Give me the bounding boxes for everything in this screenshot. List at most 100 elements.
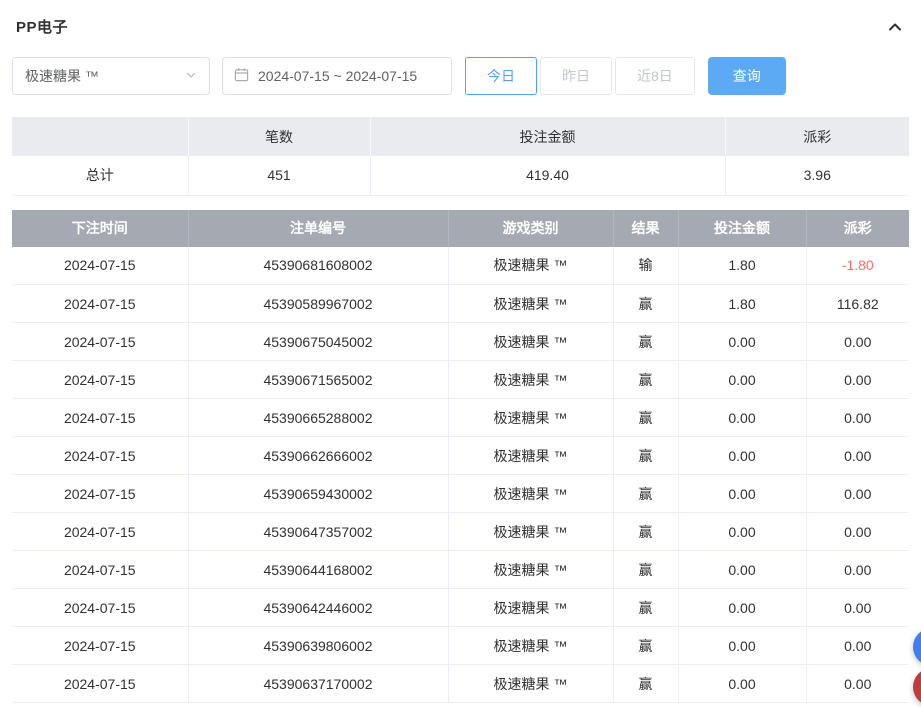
summary-header-empty xyxy=(12,117,188,156)
cell-bet-amount: 0.00 xyxy=(678,399,806,437)
cell-game-type: 极速糖果 ™ xyxy=(448,437,613,475)
records-header-game-type: 游戏类别 xyxy=(448,210,613,247)
quick-btn-last8days[interactable]: 近8日 xyxy=(615,57,695,95)
table-row: 2024-07-15 45390642446002 极速糖果 ™ 赢 0.00 … xyxy=(12,589,909,627)
quick-btn-today[interactable]: 今日 xyxy=(465,57,537,95)
cell-bet-id: 45390671565002 xyxy=(188,361,448,399)
cell-game-type: 极速糖果 ™ xyxy=(448,627,613,665)
summary-total-label: 总计 xyxy=(12,156,188,195)
quick-btn-yesterday[interactable]: 昨日 xyxy=(540,57,612,95)
pp-electronic-panel: PP电子 极速糖果 ™ 2024-07-15 ~ 2024-07-15 今日 昨… xyxy=(0,0,921,703)
cell-bet-time: 2024-07-15 xyxy=(12,551,188,589)
cell-bet-id: 45390681608002 xyxy=(188,247,448,285)
page-title: PP电子 xyxy=(16,16,68,37)
cell-bet-time: 2024-07-15 xyxy=(12,437,188,475)
table-row: 2024-07-15 45390639806002 极速糖果 ™ 赢 0.00 … xyxy=(12,627,909,665)
cell-bet-id: 45390639806002 xyxy=(188,627,448,665)
cell-game-type: 极速糖果 ™ xyxy=(448,475,613,513)
summary-header-row: 笔数 投注金额 派彩 xyxy=(12,117,909,156)
cell-bet-id: 45390662666002 xyxy=(188,437,448,475)
cell-bet-amount: 0.00 xyxy=(678,361,806,399)
cell-bet-time: 2024-07-15 xyxy=(12,247,188,285)
cell-bet-time: 2024-07-15 xyxy=(12,589,188,627)
date-range-input[interactable]: 2024-07-15 ~ 2024-07-15 xyxy=(222,57,452,95)
cell-payout: 0.00 xyxy=(806,513,909,551)
cell-result: 赢 xyxy=(613,475,678,513)
cell-game-type: 极速糖果 ™ xyxy=(448,665,613,703)
cell-bet-time: 2024-07-15 xyxy=(12,361,188,399)
cell-bet-amount: 0.00 xyxy=(678,513,806,551)
summary-total-bet-amount: 419.40 xyxy=(370,156,725,195)
cell-bet-id: 45390675045002 xyxy=(188,323,448,361)
summary-header-count: 笔数 xyxy=(188,117,370,156)
summary-total-row: 总计 451 419.40 3.96 xyxy=(12,156,909,195)
cell-payout: 0.00 xyxy=(806,627,909,665)
cell-bet-id: 45390637170002 xyxy=(188,665,448,703)
table-row: 2024-07-15 45390659430002 极速糖果 ™ 赢 0.00 … xyxy=(12,475,909,513)
table-row: 2024-07-15 45390681608002 极速糖果 ™ 输 1.80 … xyxy=(12,247,909,285)
table-row: 2024-07-15 45390647357002 极速糖果 ™ 赢 0.00 … xyxy=(12,513,909,551)
summary-total-payout: 3.96 xyxy=(725,156,909,195)
cell-game-type: 极速糖果 ™ xyxy=(448,589,613,627)
cell-bet-time: 2024-07-15 xyxy=(12,285,188,323)
cell-payout: 116.82 xyxy=(806,285,909,323)
cell-payout: 0.00 xyxy=(806,475,909,513)
date-range-value: 2024-07-15 ~ 2024-07-15 xyxy=(258,68,417,84)
records-header-result: 结果 xyxy=(613,210,678,247)
cell-result: 赢 xyxy=(613,589,678,627)
search-button[interactable]: 查询 xyxy=(708,57,786,95)
table-row: 2024-07-15 45390671565002 极速糖果 ™ 赢 0.00 … xyxy=(12,361,909,399)
summary-header-payout: 派彩 xyxy=(725,117,909,156)
cell-bet-id: 45390659430002 xyxy=(188,475,448,513)
cell-game-type: 极速糖果 ™ xyxy=(448,361,613,399)
cell-result: 赢 xyxy=(613,551,678,589)
summary-total-count: 451 xyxy=(188,156,370,195)
cell-payout: 0.00 xyxy=(806,437,909,475)
cell-bet-time: 2024-07-15 xyxy=(12,665,188,703)
cell-game-type: 极速糖果 ™ xyxy=(448,551,613,589)
cell-bet-time: 2024-07-15 xyxy=(12,475,188,513)
cell-bet-time: 2024-07-15 xyxy=(12,513,188,551)
cell-bet-id: 45390589967002 xyxy=(188,285,448,323)
cell-bet-id: 45390647357002 xyxy=(188,513,448,551)
cell-payout: 0.00 xyxy=(806,399,909,437)
cell-game-type: 极速糖果 ™ xyxy=(448,399,613,437)
cell-result: 赢 xyxy=(613,665,678,703)
summary-table: 笔数 投注金额 派彩 总计 451 419.40 3.96 xyxy=(12,117,909,196)
cell-bet-amount: 0.00 xyxy=(678,437,806,475)
cell-result: 赢 xyxy=(613,437,678,475)
cell-bet-id: 45390665288002 xyxy=(188,399,448,437)
cell-bet-amount: 0.00 xyxy=(678,589,806,627)
table-row: 2024-07-15 45390589967002 极速糖果 ™ 赢 1.80 … xyxy=(12,285,909,323)
records-header-row: 下注时间 注单编号 游戏类别 结果 投注金额 派彩 xyxy=(12,210,909,247)
cell-bet-id: 45390644168002 xyxy=(188,551,448,589)
cell-result: 赢 xyxy=(613,513,678,551)
cell-payout: 0.00 xyxy=(806,361,909,399)
cell-game-type: 极速糖果 ™ xyxy=(448,247,613,285)
records-header-bet-time: 下注时间 xyxy=(12,210,188,247)
summary-header-bet-amount: 投注金额 xyxy=(370,117,725,156)
filter-row: 极速糖果 ™ 2024-07-15 ~ 2024-07-15 今日 昨日 近8日… xyxy=(12,57,909,95)
cell-bet-time: 2024-07-15 xyxy=(12,627,188,665)
game-select[interactable]: 极速糖果 ™ xyxy=(12,57,210,95)
cell-result: 输 xyxy=(613,247,678,285)
cell-result: 赢 xyxy=(613,285,678,323)
panel-header: PP电子 xyxy=(12,0,909,43)
cell-payout: 0.00 xyxy=(806,323,909,361)
records-header-bet-id: 注单编号 xyxy=(188,210,448,247)
cell-result: 赢 xyxy=(613,323,678,361)
calendar-icon xyxy=(234,67,249,85)
cell-payout: -1.80 xyxy=(806,247,909,285)
table-row: 2024-07-15 45390662666002 极速糖果 ™ 赢 0.00 … xyxy=(12,437,909,475)
cell-bet-id: 45390642446002 xyxy=(188,589,448,627)
cell-game-type: 极速糖果 ™ xyxy=(448,323,613,361)
cell-game-type: 极速糖果 ™ xyxy=(448,513,613,551)
cell-bet-time: 2024-07-15 xyxy=(12,399,188,437)
collapse-chevron-up-icon[interactable] xyxy=(887,19,903,35)
chevron-down-icon xyxy=(185,68,197,84)
cell-bet-amount: 1.80 xyxy=(678,247,806,285)
cell-bet-amount: 0.00 xyxy=(678,323,806,361)
cell-result: 赢 xyxy=(613,361,678,399)
game-select-value: 极速糖果 ™ xyxy=(25,66,99,86)
records-tbody: 2024-07-15 45390681608002 极速糖果 ™ 输 1.80 … xyxy=(12,247,909,703)
